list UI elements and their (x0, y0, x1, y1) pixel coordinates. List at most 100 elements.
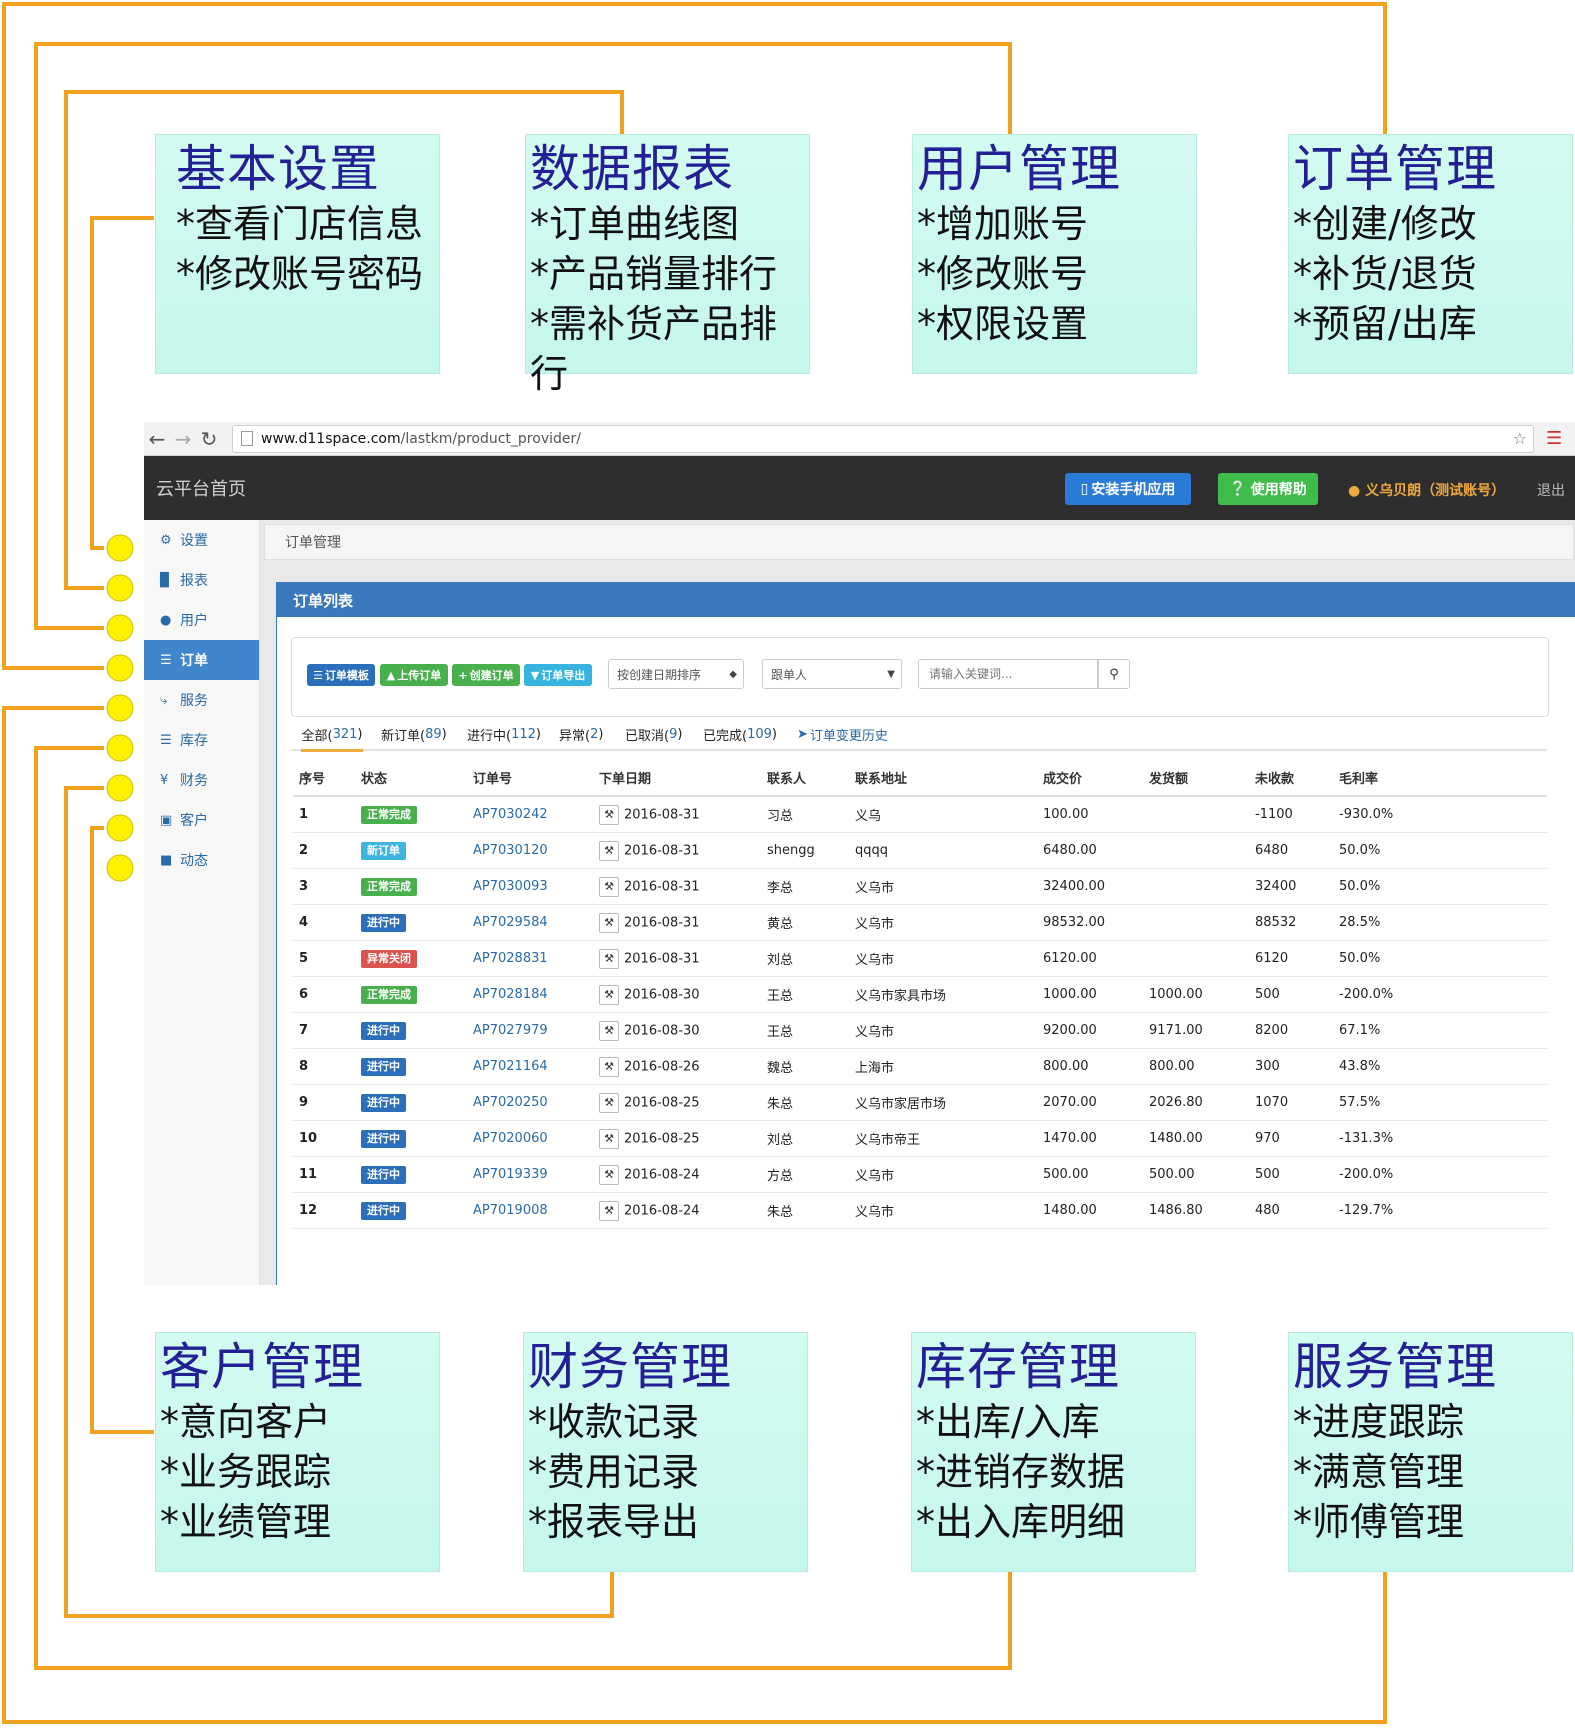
order-number-link[interactable]: AP7030242 (467, 796, 593, 833)
order-number-link[interactable]: AP7028831 (467, 940, 593, 977)
order-date: 2016-08-30 (624, 987, 700, 1002)
plus-icon: + (458, 668, 468, 682)
order-number-link[interactable]: AP7028184 (467, 976, 593, 1013)
follower-select[interactable]: 跟单人 ▼ (762, 659, 902, 689)
table-row: 10 进行中 AP7020060 ⚒ 2016-08-25 刘总 义乌市帝王 1470.00 1… (293, 1120, 1547, 1157)
wrench-icon[interactable]: ⚒ (599, 1200, 619, 1221)
tab-count: 112 (511, 726, 536, 742)
sidebar-item-orders[interactable]: ☰ 订单 (144, 640, 259, 680)
tab-all[interactable]: 全部(321) (301, 719, 363, 752)
search-input[interactable] (918, 659, 1098, 689)
wrench-icon[interactable]: ⚒ (599, 840, 619, 861)
price-cell: 1470.00 (1037, 1120, 1143, 1157)
status-cell: 进行中 (355, 1084, 467, 1121)
tab-label: 新订单( (381, 728, 426, 744)
user-menu[interactable]: ● 义乌贝朗（测试账号） (1348, 480, 1505, 500)
shipped-cell: 1486.80 (1143, 1192, 1249, 1229)
order-number-link[interactable]: AP7021164 (467, 1048, 593, 1085)
user-icon: ● (1348, 483, 1361, 499)
back-arrow-icon[interactable]: ← (144, 427, 170, 451)
wrench-icon[interactable]: ⚒ (599, 804, 619, 825)
create-order-button[interactable]: + 创建订单 (452, 664, 520, 686)
order-number-link[interactable]: AP7030093 (467, 868, 593, 905)
row-index: 1 (293, 796, 355, 833)
help-button[interactable]: ❔ 使用帮助 (1218, 473, 1318, 505)
callout-item: *费用记录 (528, 1450, 700, 1494)
wrench-icon[interactable]: ⚒ (599, 876, 619, 897)
sidebar-item-label: 库存 (180, 733, 208, 749)
url-input[interactable]: www.d11space.com/lastkm/product_provider… (232, 424, 1534, 453)
date-cell: ⚒ 2016-08-26 (593, 1048, 761, 1085)
order-number-link[interactable]: AP7020060 (467, 1120, 593, 1157)
status-badge: 进行中 (361, 1165, 406, 1184)
dot-settings (106, 534, 134, 562)
wrench-icon[interactable]: ⚒ (599, 1092, 619, 1113)
wrench-icon[interactable]: ⚒ (599, 984, 619, 1005)
brand-home-link[interactable]: 云平台首页 (156, 475, 246, 501)
sidebar-item-settings[interactable]: ⚙ 设置 (144, 520, 259, 560)
sort-select[interactable]: 按创建日期排序 ◆ (608, 659, 744, 689)
margin-cell: 50.0% (1333, 940, 1547, 977)
col-header: 发货额 (1143, 759, 1249, 797)
sidebar-item-activity[interactable]: ■ 动态 (144, 840, 259, 880)
table-row: 11 进行中 AP7019339 ⚒ 2016-08-24 方总 义乌市 500.00 500.… (293, 1156, 1547, 1193)
order-number-link[interactable]: AP7029584 (467, 904, 593, 941)
sidebar-item-users[interactable]: ● 用户 (144, 600, 259, 640)
sidebar-item-reports[interactable]: ▉ 报表 (144, 560, 259, 600)
sidebar-item-service[interactable]: ⤷ 服务 (144, 680, 259, 720)
status-cell: 正常完成 (355, 868, 467, 905)
wrench-icon[interactable]: ⚒ (599, 1020, 619, 1041)
tab-completed[interactable]: 已完成(109) (703, 719, 777, 749)
user-icon: ● (160, 612, 172, 628)
tab-cancelled[interactable]: 已取消(9) (625, 719, 682, 749)
order-history-link[interactable]: ➤ 订单变更历史 (797, 719, 888, 749)
table-body: 1 正常完成 AP7030242 ⚒ 2016-08-31 习总 义乌 100.00 -1100… (293, 796, 1547, 1229)
wrench-icon[interactable]: ⚒ (599, 912, 619, 933)
logout-link[interactable]: 退出 (1537, 480, 1565, 500)
callout-item: *产品销量排行 (530, 252, 778, 296)
export-order-button[interactable]: ▼ 订单导出 (524, 664, 592, 686)
wrench-icon[interactable]: ⚒ (599, 948, 619, 969)
wrench-icon[interactable]: ⚒ (599, 1128, 619, 1149)
sidebar-item-customers[interactable]: ▣ 客户 (144, 800, 259, 840)
tab-exception[interactable]: 异常(2) (559, 719, 603, 749)
date-cell: ⚒ 2016-08-31 (593, 868, 761, 905)
order-number-link[interactable]: AP7019008 (467, 1192, 593, 1229)
address-cell: 义乌市 (849, 904, 1037, 941)
browser-menu-icon[interactable]: ☰ (1546, 428, 1562, 449)
order-number-link[interactable]: AP7019339 (467, 1156, 593, 1193)
sidebar-item-label: 服务 (180, 693, 208, 709)
wrench-icon[interactable]: ⚒ (599, 1056, 619, 1077)
tab-suffix: ) (677, 726, 683, 742)
callout-user-management: 用户管理 *增加账号 *修改账号 *权限设置 (912, 134, 1197, 374)
status-badge: 进行中 (361, 1129, 406, 1148)
reload-icon[interactable]: ↻ (196, 427, 222, 451)
contact-cell: 刘总 (761, 940, 849, 977)
status-cell: 正常完成 (355, 976, 467, 1013)
tab-in-progress[interactable]: 进行中(112) (467, 719, 541, 749)
tab-new[interactable]: 新订单(89) (381, 719, 447, 749)
price-cell: 32400.00 (1037, 868, 1143, 905)
date-cell: ⚒ 2016-08-30 (593, 1012, 761, 1049)
callout-item: *收款记录 (528, 1400, 700, 1444)
order-number-link[interactable]: AP7027979 (467, 1012, 593, 1049)
sidebar-item-finance[interactable]: ¥ 财务 (144, 760, 259, 800)
callout-item: *订单曲线图 (530, 202, 740, 246)
sidebar-item-inventory[interactable]: ☰ 库存 (144, 720, 259, 760)
wrench-icon[interactable]: ⚒ (599, 1164, 619, 1185)
order-date: 2016-08-31 (624, 807, 700, 822)
status-badge: 异常关闭 (361, 949, 417, 968)
install-app-button[interactable]: ▯ 安装手机应用 (1065, 473, 1191, 505)
dot-service (106, 694, 134, 722)
upload-icon: ▲ (386, 668, 396, 682)
forward-arrow-icon[interactable]: → (170, 427, 196, 451)
search-button[interactable]: ⚲ (1098, 659, 1130, 689)
star-icon[interactable]: ☆ (1513, 429, 1527, 448)
order-number-link[interactable]: AP7030120 (467, 832, 593, 869)
order-template-button[interactable]: ☰ 订单模板 (307, 664, 375, 686)
order-number-link[interactable]: AP7020250 (467, 1084, 593, 1121)
table-row: 12 进行中 AP7019008 ⚒ 2016-08-24 朱总 义乌市 1480.00 148… (293, 1192, 1547, 1229)
address-cell: 义乌市 (849, 940, 1037, 977)
callout-finance-management: 财务管理 *收款记录 *费用记录 *报表导出 (523, 1332, 808, 1572)
upload-order-button[interactable]: ▲ 上传订单 (380, 664, 448, 686)
